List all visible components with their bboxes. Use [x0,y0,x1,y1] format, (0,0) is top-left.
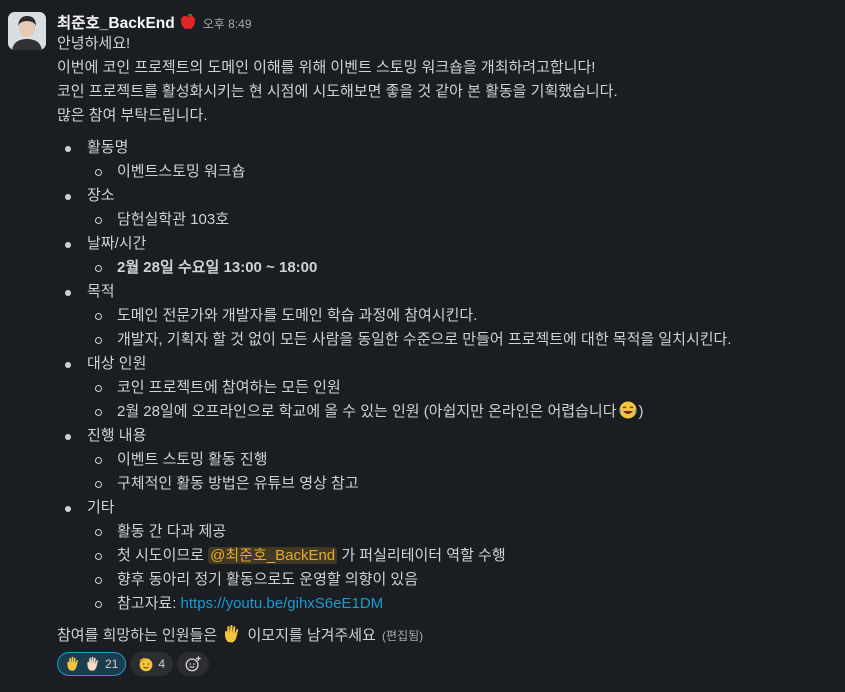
item-text: 첫 시도이므로 [117,547,204,564]
edited-label: (편집됨) [382,629,424,643]
timestamp[interactable]: 오후 8:49 [203,15,252,32]
section-purpose: 목적 도메인 전문가와 개발자를 도메인 학습 과정에 참여시킨다. 개발자, … [57,280,837,352]
raised-hand-icon [65,656,81,672]
reactions-bar: 21 4 [57,652,837,676]
list-item: 담헌실학관 103호 [87,208,837,232]
reaction-salute[interactable]: 4 [130,652,174,676]
bullet-dot [65,290,71,296]
item-text: 담헌실학관 103호 [117,211,229,228]
reaction-raised-hand[interactable]: 21 [57,652,127,676]
youtube-link[interactable]: https://youtu.be/gihxS6eE1DM [181,595,384,612]
avatar[interactable] [8,12,46,50]
section-title: 기타 [87,499,115,516]
bullet-dot [65,242,71,248]
item-text: 활동 간 다과 제공 [117,523,227,540]
item-text: 코인 프로젝트에 참여하는 모든 인원 [117,379,341,396]
bullet-ring [95,576,102,584]
section-title: 날짜/시간 [87,235,147,252]
bullet-ring [95,480,102,488]
reaction-count: 4 [158,657,166,671]
sender-name[interactable]: 최준호_BackEnd [57,11,175,33]
add-reaction-button[interactable] [177,652,210,676]
section-title: 장소 [87,187,115,204]
section-etc: 기타 활동 간 다과 제공 첫 시도이므로 @최준호_BackEnd 가 퍼실리… [57,496,837,616]
bullet-dot [65,362,71,368]
section-datetime: 날짜/시간 2월 28일 수요일 13:00 ~ 18:00 [57,232,837,280]
bullet-dot [65,506,71,512]
intro-line: 많은 참여 부탁드립니다. [57,107,208,124]
add-emoji-icon [185,656,201,672]
closing-line: 참여를 희망하는 인원들은 이모지를 남겨주세요 (편집됨) [57,624,837,648]
bullet-ring [95,552,102,560]
bullet-ring [95,408,102,416]
bullet-dot [65,146,71,152]
user-mention[interactable]: @최준호_BackEnd [208,547,338,564]
raised-hand-icon [222,624,242,644]
list-item: 첫 시도이므로 @최준호_BackEnd 가 퍼실리테이터 역할 수행 [87,544,837,568]
red-apple-icon [179,12,197,30]
section-place: 장소 담헌실학관 103호 [57,184,837,232]
intro-line: 이번에 코인 프로젝트의 도메인 이해를 위해 이벤트 스토밍 워크숍을 개최하… [57,59,596,76]
item-text: 이벤트 스토밍 활동 진행 [117,451,268,468]
laughing-tears-icon [618,400,638,420]
message-body: 최준호_BackEnd 오후 8:49 안녕하세요! 이번에 코인 프로젝트의 … [57,10,837,676]
bullet-ring [95,168,102,176]
bullet-ring [95,312,102,320]
item-text: 개발자, 기획자 할 것 없이 모든 사람을 동일한 수준으로 만들어 프로젝트… [117,331,732,348]
section-audience: 대상 인원 코인 프로젝트에 참여하는 모든 인원 2월 28일에 오프라인으로… [57,352,837,424]
section-title: 활동명 [87,139,129,156]
section-activity: 활동명 이벤트스토밍 워크숍 [57,136,837,184]
section-progress: 진행 내용 이벤트 스토밍 활동 진행 구체적인 활동 방법은 유튜브 영상 참… [57,424,837,496]
list-item: 참고자료: https://youtu.be/gihxS6eE1DM [87,592,837,616]
item-text: 이벤트스토밍 워크숍 [117,163,246,180]
list-item: 이벤트스토밍 워크숍 [87,160,837,184]
item-text: 향후 동아리 정기 활동으로도 운영할 의향이 있음 [117,571,419,588]
item-text: 가 퍼실리테이터 역할 수행 [341,547,506,564]
bullet-dot [65,194,71,200]
bullet-ring [95,264,102,272]
item-text: 참고자료: [117,595,177,612]
list-item: 이벤트 스토밍 활동 진행 [87,448,837,472]
item-text: 구체적인 활동 방법은 유튜브 영상 참고 [117,475,359,492]
bullet-dot [65,434,71,440]
item-text-bold: 2월 28일 수요일 13:00 ~ 18:00 [117,259,318,276]
list-item: 2월 28일 수요일 13:00 ~ 18:00 [87,256,837,280]
bullet-ring [95,600,102,608]
list-item: 향후 동아리 정기 활동으로도 운영할 의향이 있음 [87,568,837,592]
closing-text: 이모지를 남겨주세요 [247,627,376,644]
item-text: 2월 28일에 오프라인으로 학교에 올 수 있는 인원 (아쉽지만 온라인은 … [117,403,617,420]
bullet-ring [95,528,102,536]
raised-hand-light-icon [85,656,101,672]
item-text: ) [638,403,644,420]
section-title: 대상 인원 [87,355,147,372]
bullet-ring [95,216,102,224]
salute-face-icon [138,656,154,672]
closing-text: 참여를 희망하는 인원들은 [57,627,218,644]
reaction-count: 21 [105,657,119,671]
bullet-ring [95,456,102,464]
list-item: 활동 간 다과 제공 [87,520,837,544]
details-list: 활동명 이벤트스토밍 워크숍 장소 담헌실학관 103호 날짜/시간 2월 28… [57,136,837,616]
message: 최준호_BackEnd 오후 8:49 안녕하세요! 이번에 코인 프로젝트의 … [0,0,845,692]
message-header: 최준호_BackEnd 오후 8:49 [57,10,837,32]
list-item: 도메인 전문가와 개발자를 도메인 학습 과정에 참여시킨다. [87,304,837,328]
section-title: 목적 [87,283,115,300]
list-item: 구체적인 활동 방법은 유튜브 영상 참고 [87,472,837,496]
intro-line: 안녕하세요! [57,35,131,52]
bullet-ring [95,336,102,344]
list-item: 2월 28일에 오프라인으로 학교에 올 수 있는 인원 (아쉽지만 온라인은 … [87,400,837,424]
section-title: 진행 내용 [87,427,147,444]
bullet-ring [95,384,102,392]
list-item: 개발자, 기획자 할 것 없이 모든 사람을 동일한 수준으로 만들어 프로젝트… [87,328,837,352]
intro-line: 코인 프로젝트를 활성화시키는 현 시점에 시도해보면 좋을 것 같아 본 활동… [57,83,618,100]
list-item: 코인 프로젝트에 참여하는 모든 인원 [87,376,837,400]
item-text: 도메인 전문가와 개발자를 도메인 학습 과정에 참여시킨다. [117,307,478,324]
